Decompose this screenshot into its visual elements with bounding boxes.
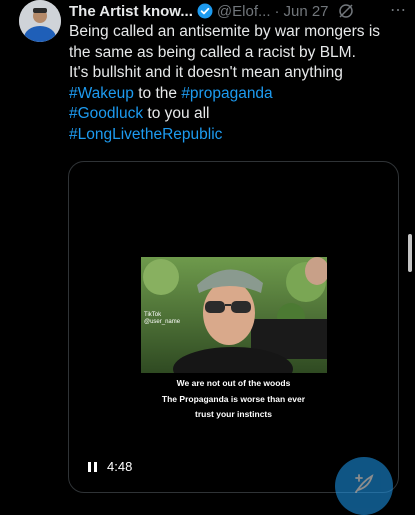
compose-feather-icon: [353, 473, 375, 500]
scrollbar[interactable]: [408, 234, 412, 272]
video-captions: We are not out of the woods The Propagan…: [69, 376, 398, 423]
tiktok-watermark: TikTok @user_name: [144, 312, 180, 326]
tweet-date[interactable]: Jun 27: [283, 3, 328, 20]
pause-icon[interactable]: [87, 461, 99, 473]
tweet-line-1: Being called an antisemite by war monger…: [69, 23, 381, 40]
verified-badge-icon: [197, 3, 213, 19]
caption-line-2: The Propaganda is worse than ever: [161, 393, 306, 404]
tiktok-username: @user_name: [144, 319, 181, 325]
video-player[interactable]: TikTok @user_name We are not out of the …: [68, 161, 399, 493]
tweet-line-6: #LongLivetheRepublic: [69, 125, 404, 146]
author-avatar[interactable]: [19, 0, 61, 42]
tweet-line-5: #Goodluck to you all: [69, 104, 404, 125]
text-to-the: to the: [133, 84, 182, 102]
hashtag-longlivetherepublic[interactable]: #LongLivetheRepublic: [69, 126, 222, 143]
tweet-line-2: the same as being called a racist by BLM…: [69, 43, 356, 61]
text-to-you-all: to you all: [143, 105, 210, 122]
author-name[interactable]: The Artist know...: [69, 3, 193, 20]
grok-icon[interactable]: [338, 3, 354, 19]
tiktok-logo-label: TikTok: [144, 312, 162, 318]
video-controls: 4:48: [87, 459, 132, 474]
more-options-icon[interactable]: ⋯: [390, 0, 407, 20]
tweet-line-3: It's bullshit and it doesn't mean anythi…: [69, 64, 343, 81]
compose-post-button[interactable]: [335, 457, 393, 515]
tweet-line-4: #Wakeup to the #propaganda: [69, 84, 404, 105]
hashtag-wakeup[interactable]: #Wakeup: [69, 85, 134, 102]
hashtag-propaganda[interactable]: #propaganda: [181, 85, 272, 102]
hashtag-goodluck[interactable]: #Goodluck: [69, 105, 143, 122]
tweet-text: Being called an antisemite by war monger…: [69, 22, 404, 145]
caption-line-3: trust your instincts: [195, 409, 272, 419]
tweet-header: The Artist know... @Elof... · Jun 27: [69, 0, 409, 22]
separator-dot: ·: [274, 2, 280, 20]
caption-line-1: We are not out of the woods: [176, 378, 291, 388]
author-handle[interactable]: @Elof...: [217, 3, 271, 20]
video-duration: 4:48: [107, 459, 133, 474]
